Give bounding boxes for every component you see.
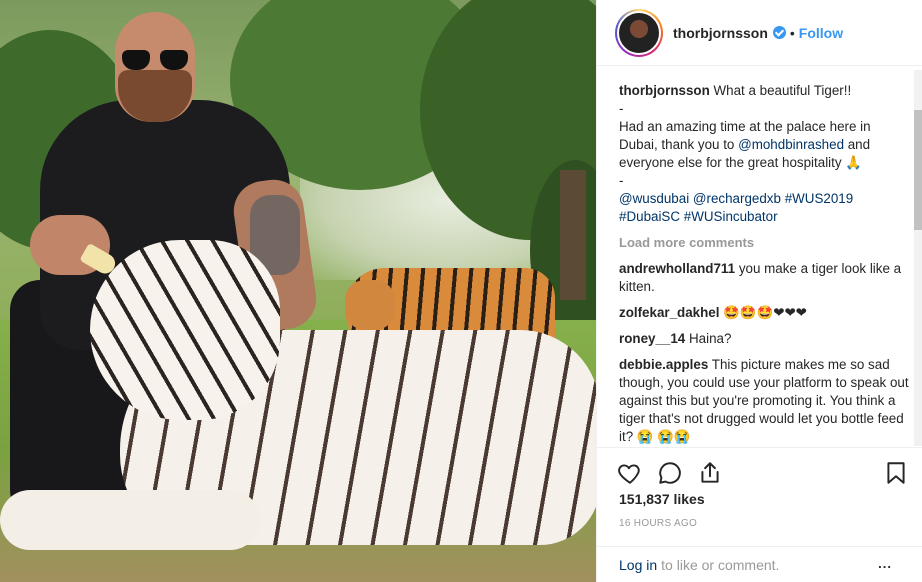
comment-item: roney__14 Haina? <box>619 330 913 348</box>
caption-tag[interactable]: #WUSincubator <box>684 209 778 224</box>
load-more-comments-button[interactable]: Load more comments <box>619 234 913 252</box>
more-options-button[interactable]: ... <box>878 556 892 571</box>
bookmark-icon[interactable] <box>883 460 909 486</box>
avatar-story-ring[interactable] <box>615 8 663 57</box>
scrollbar-thumb[interactable] <box>914 110 922 230</box>
comments-scrollbar[interactable] <box>914 70 922 446</box>
caption-tag[interactable]: @rechargedxb <box>693 191 781 206</box>
post-header: thorbjornsson • Follow <box>597 0 922 66</box>
comment-text: 🤩🤩🤩❤❤❤ <box>723 305 807 320</box>
post-timestamp[interactable]: 16 HOURS AGO <box>619 518 697 529</box>
verified-badge-icon <box>772 26 786 39</box>
avatar[interactable] <box>617 10 661 55</box>
photo-sunglasses <box>122 50 188 72</box>
caption-username[interactable]: thorbjornsson <box>619 83 710 98</box>
header-username[interactable]: thorbjornsson <box>673 25 768 41</box>
caption-mention[interactable]: @mohdbinrashed <box>738 137 844 152</box>
caption-tag[interactable]: #WUS2019 <box>785 191 853 206</box>
photo-orange-tiger-head <box>345 280 395 330</box>
comment-username[interactable]: debbie.apples <box>619 357 708 372</box>
photo-tree-trunk <box>560 170 586 300</box>
comment-item: andrewholland711 you make a tiger look l… <box>619 260 913 296</box>
comment-item: debbie.apples This picture makes me so s… <box>619 356 913 444</box>
post-photo[interactable] <box>0 0 596 582</box>
comment-username[interactable]: zolfekar_dakhel <box>619 305 719 320</box>
likes-count[interactable]: 151,837 likes <box>619 491 705 507</box>
caption-title: What a beautiful Tiger!! <box>713 83 852 98</box>
comments-list[interactable]: thorbjornsson What a beautiful Tiger!! -… <box>597 70 913 444</box>
comment-icon[interactable] <box>657 460 683 486</box>
login-link[interactable]: Log in <box>619 557 657 573</box>
post-side-panel: thorbjornsson • Follow thorbjornsson Wha… <box>596 0 922 582</box>
caption-dash: - <box>619 101 624 116</box>
comment-item: zolfekar_dakhel 🤩🤩🤩❤❤❤ <box>619 304 913 322</box>
comment-username[interactable]: roney__14 <box>619 331 685 346</box>
share-icon[interactable] <box>697 460 723 486</box>
caption-tag[interactable]: @wusdubai <box>619 191 689 206</box>
photo-white-tiger-leg <box>0 490 260 550</box>
comment-text: Haina? <box>689 331 732 346</box>
heart-icon[interactable] <box>617 460 643 486</box>
caption-dash: - <box>619 173 624 188</box>
photo-white-tiger-head <box>90 240 280 420</box>
separator-dot: • <box>789 24 795 41</box>
login-footer: Log in to like or comment. <box>597 546 922 582</box>
action-bar <box>597 447 922 497</box>
comment-username[interactable]: andrewholland711 <box>619 261 735 276</box>
follow-button[interactable]: Follow <box>799 25 843 41</box>
caption-tag[interactable]: #DubaiSC <box>619 209 680 224</box>
login-prompt-text: to like or comment. <box>661 556 780 573</box>
caption: thorbjornsson What a beautiful Tiger!! -… <box>619 82 913 226</box>
